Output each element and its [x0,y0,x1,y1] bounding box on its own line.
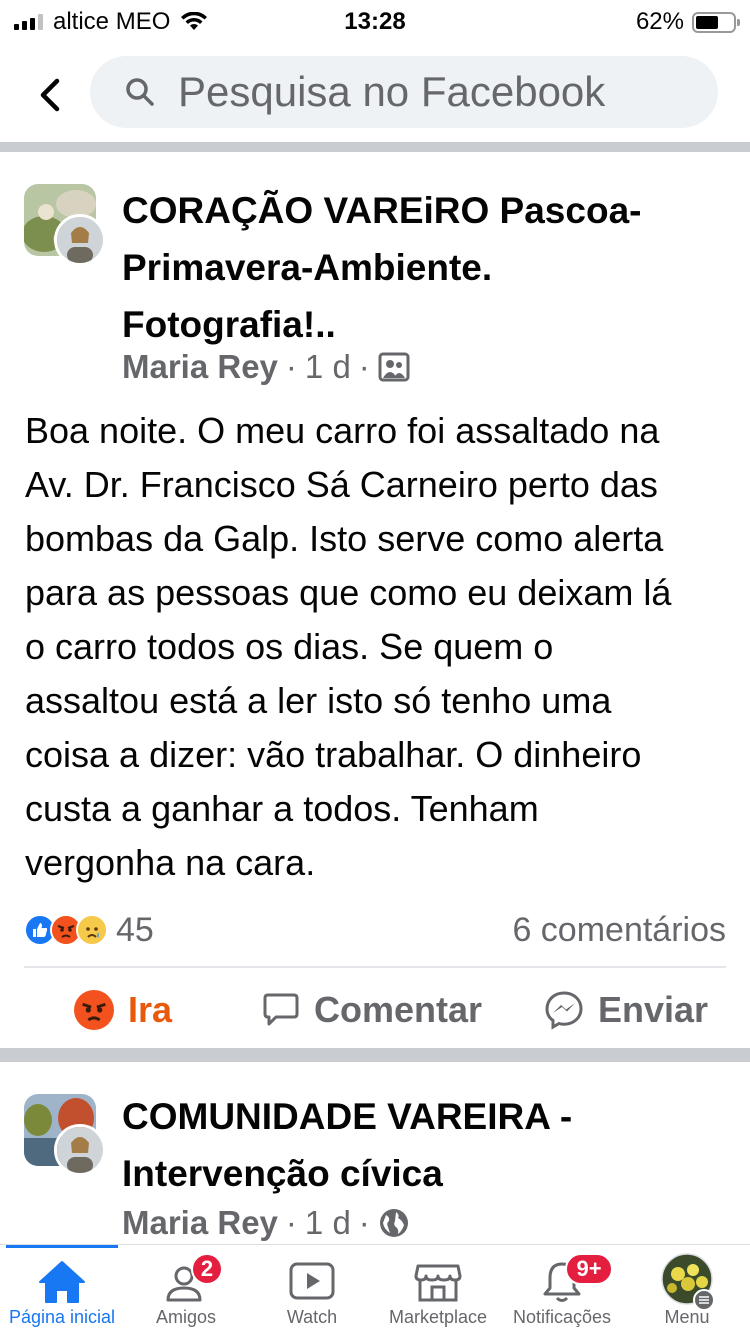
group-name[interactable]: CORAÇÃO VAREiRO Pascoa- Primavera-Ambien… [122,182,722,353]
back-button[interactable] [24,70,74,120]
react-button[interactable]: Ira [74,968,172,1052]
feed-post: CORAÇÃO VAREiRO Pascoa- Primavera-Ambien… [0,152,750,1048]
tab-marketplace[interactable]: Marketplace [376,1245,500,1334]
author-name[interactable]: Maria Rey [122,348,278,386]
search-icon [126,78,154,106]
friends-badge: 2 [191,1253,223,1285]
status-bar: altice MEO 13:28 62% [0,0,750,42]
tab-watch[interactable]: Watch [248,1245,376,1334]
header: Pesquisa no Facebook [0,50,750,142]
watch-icon [289,1262,335,1300]
comment-button[interactable]: Comentar [262,968,482,1052]
post-time[interactable]: 1 d [305,1204,351,1242]
sad-reaction-icon [76,914,108,946]
chevron-left-icon [40,78,60,112]
marketplace-icon [414,1264,462,1302]
group-avatar[interactable] [24,184,106,266]
post-actions: Ira Comentar Enviar [0,968,750,1052]
bottom-tab-bar: Página inicial 2 Amigos Watch Marketplac… [0,1244,750,1334]
group-avatar[interactable] [24,1094,106,1176]
post-meta: Maria Rey · 1 d · [122,1204,410,1242]
section-divider [0,142,750,152]
feed-post: COMUNIDADE VAREIRA - Intervenção cívica … [0,1062,750,1244]
section-divider [0,1048,750,1062]
globe-icon [379,1209,408,1237]
menu-icon [693,1289,715,1311]
angry-reaction-icon [74,990,114,1030]
group-members-icon [378,352,410,382]
post-meta: Maria Rey · 1 d · [122,348,410,386]
post-text: Boa noite. O meu carro foi assaltado na … [25,410,672,883]
tab-friends[interactable]: 2 Amigos [124,1245,248,1334]
comment-icon [263,993,299,1026]
search-input[interactable]: Pesquisa no Facebook [90,56,718,128]
reactions-summary[interactable]: 45 6 comentários [24,908,726,952]
messenger-icon [545,991,583,1030]
reaction-count: 45 [116,910,154,949]
author-avatar [54,214,106,266]
battery-percent: 62% [635,8,684,35]
post-time[interactable]: 1 d [305,348,351,386]
notifications-badge: 9+ [565,1253,613,1285]
tab-home[interactable]: Página inicial [0,1245,124,1334]
comments-count[interactable]: 6 comentários [512,911,726,950]
home-icon [39,1261,85,1303]
author-avatar [54,1124,106,1176]
tab-notifications[interactable]: 9+ Notificações [500,1245,624,1334]
search-placeholder: Pesquisa no Facebook [178,68,606,115]
group-name[interactable]: COMUNIDADE VAREIRA - Intervenção cívica [122,1088,722,1202]
author-name[interactable]: Maria Rey [122,1204,278,1242]
tab-menu[interactable]: Menu [624,1245,750,1334]
battery-icon [692,11,740,33]
send-button[interactable]: Enviar [544,968,708,1052]
